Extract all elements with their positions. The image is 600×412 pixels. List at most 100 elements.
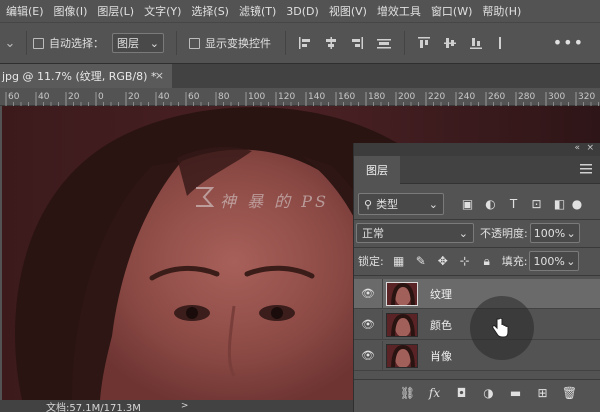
lock-all-icon[interactable]: 🔒︎ — [476, 254, 498, 269]
ruler-tick-label: 60 — [188, 92, 200, 102]
align-middle-icon[interactable] — [443, 36, 457, 50]
layer-thumbnail — [386, 312, 418, 337]
divider — [285, 31, 286, 55]
align-vertical-group — [411, 36, 511, 50]
fx-icon[interactable]: fx — [421, 386, 448, 400]
opacity-field[interactable]: 100% ⌄ — [529, 223, 580, 243]
close-icon[interactable]: × — [586, 143, 594, 153]
ruler-tick-label: 140 — [308, 92, 325, 102]
divider — [354, 247, 600, 248]
adjustment-icon[interactable]: ◑ — [475, 386, 502, 400]
fill-value: 100% — [533, 254, 565, 268]
chevron-down-icon[interactable]: ⌄ — [566, 255, 575, 268]
ruler-tick-label: 180 — [368, 92, 385, 102]
trash-icon[interactable]: 🗑︎ — [556, 386, 583, 400]
ruler-tick-label: 300 — [548, 92, 565, 102]
more-options-icon[interactable]: ••• — [553, 33, 584, 52]
show-transform-checkbox[interactable] — [189, 37, 200, 49]
group-icon[interactable]: ▬ — [502, 386, 529, 400]
align-left-icon[interactable] — [298, 36, 312, 50]
menu-help[interactable]: 帮助(H) — [482, 3, 521, 19]
lock-transparent-pixels-icon[interactable]: ▦ — [388, 254, 410, 268]
lock-image-pixels-icon[interactable]: ✎ — [410, 254, 432, 268]
ruler-tick-label: 280 — [518, 92, 535, 102]
align-bottom-icon[interactable] — [469, 36, 483, 50]
menu-plugins[interactable]: 增效工具 — [377, 3, 421, 19]
menu-type[interactable]: 文字(Y) — [144, 3, 181, 19]
layer-row-texture[interactable]: 👁︎ 纹理 — [354, 278, 600, 309]
auto-select-checkbox[interactable] — [33, 37, 44, 49]
align-group — [292, 36, 398, 50]
menu-layer[interactable]: 图层(L) — [97, 3, 134, 19]
divider — [382, 278, 383, 309]
align-top-icon[interactable] — [417, 36, 431, 50]
menu-3d[interactable]: 3D(D) — [286, 5, 319, 18]
auto-select-target-dropdown[interactable]: 图层 ⌄ — [112, 33, 164, 53]
horizontal-ruler[interactable]: 60 40 20 0 20 40 60 80 100 120 140 160 180 200 220 240 2… — [0, 88, 600, 106]
chevron-down-icon: ⌄ — [458, 226, 468, 240]
divider — [354, 219, 600, 220]
link-icon[interactable]: ⛓︎ — [394, 386, 421, 400]
divider — [404, 31, 405, 55]
ruler-tick-label: 40 — [158, 92, 170, 102]
layer-name: 颜色 — [430, 318, 452, 332]
collapse-icon[interactable]: « — [574, 143, 580, 153]
menu-view[interactable]: 视图(V) — [329, 3, 367, 19]
filter-toggle-icon[interactable]: ● — [571, 197, 583, 211]
options-bar: ⌄ 自动选择： 图层 ⌄ 显示变换控件 ••• — [0, 22, 600, 64]
type-filter-icon[interactable]: T — [502, 197, 525, 211]
tab-layers-label: 图层 — [366, 164, 388, 177]
chevron-down-icon[interactable]: ⌄ — [0, 36, 20, 51]
distribute-icon[interactable] — [376, 36, 392, 50]
document-tab[interactable]: jpg @ 11.7% (纹理, RGB/8) * × — [0, 64, 172, 88]
lock-artboard-icon[interactable]: ⊹ — [454, 254, 476, 268]
blend-mode-dropdown[interactable]: 正常 ⌄ — [356, 223, 474, 243]
layers-panel-footer: ⛓︎ fx ◘ ◑ ▬ ⊞ 🗑︎ — [354, 379, 600, 405]
menu-image[interactable]: 图像(I) — [54, 3, 88, 19]
opacity-label: 不透明度: — [480, 227, 528, 240]
eye-icon[interactable]: 👁︎ — [354, 318, 382, 331]
ruler-tick-label: 60 — [8, 92, 20, 102]
eye-icon[interactable]: 👁︎ — [354, 287, 382, 300]
shape-filter-icon[interactable]: ⊡ — [525, 197, 548, 211]
document-tab-strip: jpg @ 11.7% (纹理, RGB/8) * × — [0, 64, 600, 88]
menu-select[interactable]: 选择(S) — [191, 3, 229, 19]
adjustment-filter-icon[interactable]: ◐ — [479, 197, 502, 211]
ruler-tick-label: 320 — [578, 92, 595, 102]
menu-window[interactable]: 窗口(W) — [431, 3, 472, 19]
lock-label: 锁定: — [358, 255, 384, 268]
fill-field[interactable]: 100% ⌄ — [529, 251, 580, 271]
pixel-filter-icon[interactable]: ▣ — [456, 197, 479, 211]
menu-edit[interactable]: 编辑(E) — [6, 3, 44, 19]
close-icon[interactable]: × — [155, 69, 164, 82]
kind-filter-dropdown[interactable]: ⚲ 类型 ⌄ — [358, 193, 444, 215]
blend-mode-value: 正常 — [362, 227, 384, 240]
ruler-tick-label: 260 — [488, 92, 505, 102]
tab-layers[interactable]: 图层 — [354, 156, 400, 184]
watermark-logo — [196, 187, 214, 207]
ruler-tick-label: 20 — [128, 92, 140, 102]
opacity-value: 100% — [533, 226, 566, 240]
distribute-vertical-icon[interactable] — [495, 36, 505, 50]
ruler-tick-label: 40 — [38, 92, 50, 102]
panel-menu-icon[interactable] — [580, 164, 592, 174]
lock-position-icon[interactable]: ✥ — [432, 254, 454, 268]
new-layer-icon[interactable]: ⊞ — [529, 386, 556, 400]
divider — [26, 31, 27, 55]
eye-icon[interactable]: 👁︎ — [354, 349, 382, 362]
chevron-down-icon: ⌄ — [149, 36, 159, 50]
filter-icons: ▣ ◐ T ⊡ ◧ ● — [456, 197, 583, 211]
smart-object-filter-icon[interactable]: ◧ — [548, 197, 571, 211]
lock-row: 锁定: ▦ ✎ ✥ ⊹ 🔒︎ 填充: 100% ⌄ — [354, 249, 600, 273]
layer-thumbnail — [386, 281, 418, 306]
status-menu-arrow[interactable]: > — [181, 401, 189, 411]
align-right-icon[interactable] — [350, 36, 364, 50]
mask-icon[interactable]: ◘ — [448, 386, 475, 400]
menu-bar: 编辑(E) 图像(I) 图层(L) 文字(Y) 选择(S) 滤镜(T) 3D(D… — [0, 0, 600, 22]
layer-name: 肖像 — [430, 349, 452, 363]
chevron-down-icon[interactable]: ⌄ — [567, 227, 576, 240]
fill-label: 填充: — [501, 255, 528, 268]
menu-filter[interactable]: 滤镜(T) — [239, 3, 276, 19]
align-center-h-icon[interactable] — [324, 36, 338, 50]
chevron-down-icon: ⌄ — [428, 197, 438, 211]
